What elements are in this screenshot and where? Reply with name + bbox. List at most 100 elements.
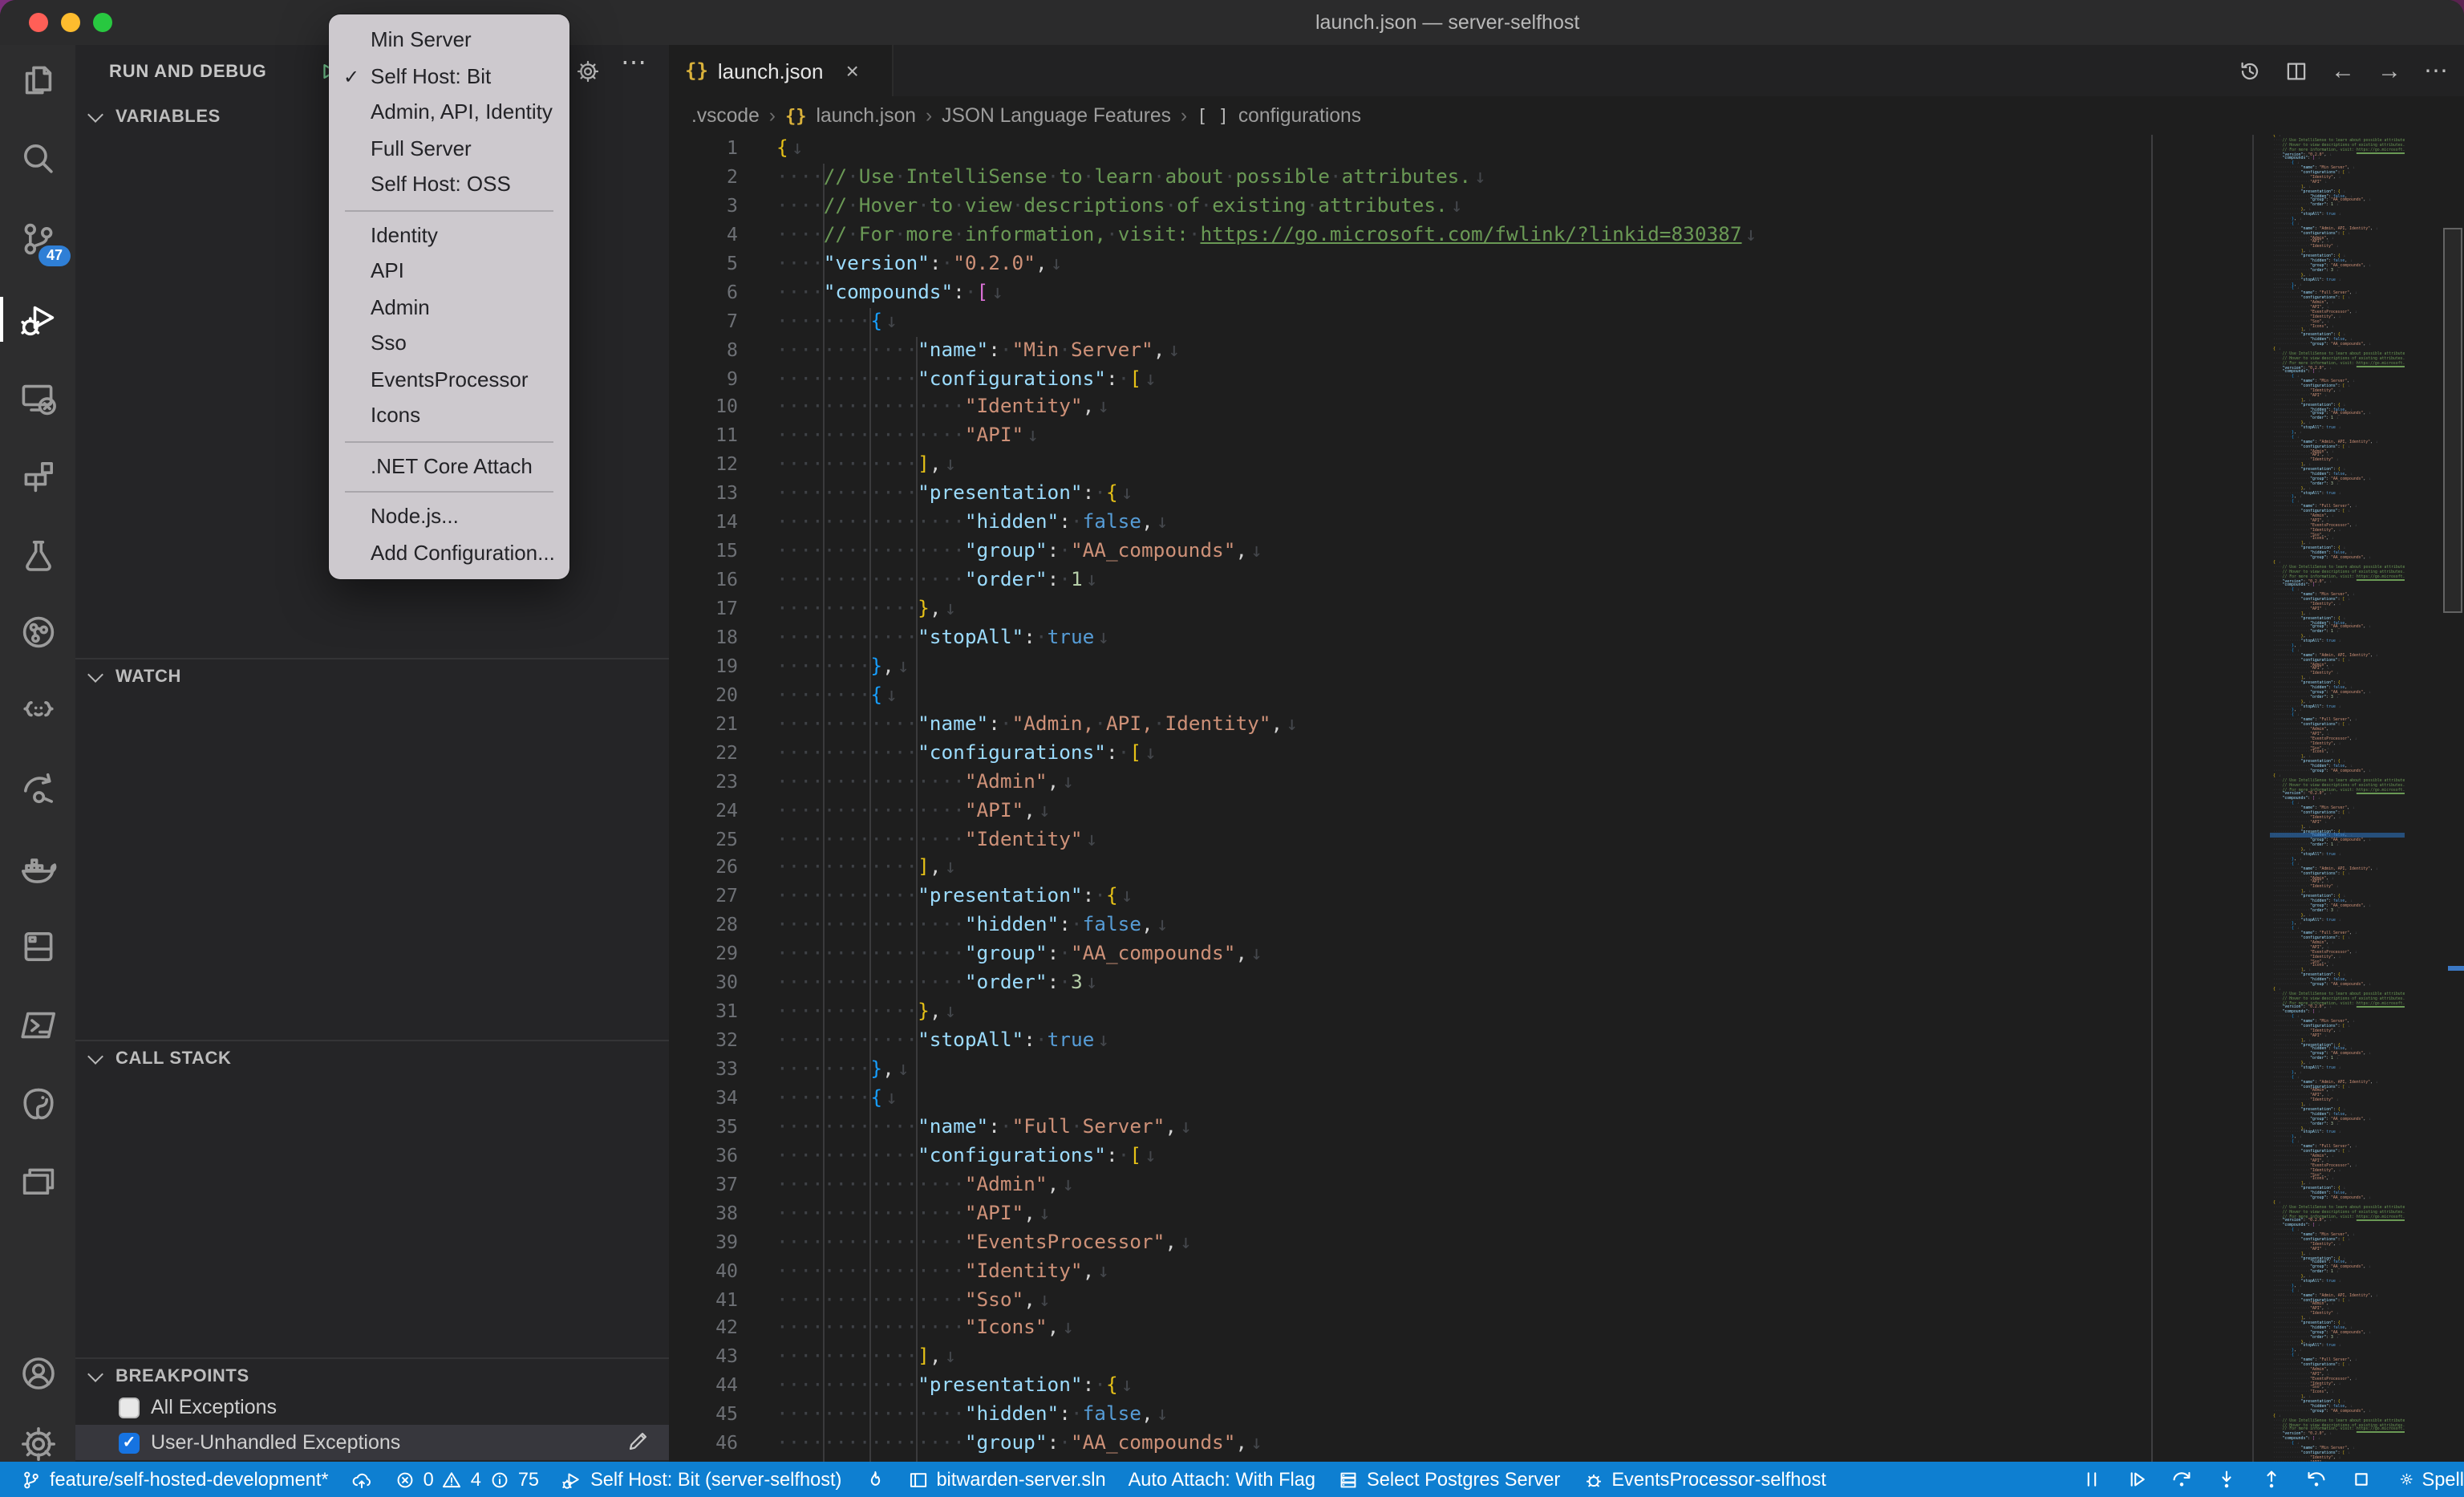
breadcrumb-item[interactable]: .vscode bbox=[691, 104, 760, 127]
activity-item-powershell[interactable] bbox=[0, 998, 75, 1053]
status-item-auto-attach[interactable]: Auto Attach: With Flag bbox=[1117, 1462, 1327, 1497]
code-line[interactable]: 20········{↓ bbox=[669, 682, 2464, 711]
code-line[interactable]: 26············],↓ bbox=[669, 854, 2464, 883]
menu-item-self-host-bit[interactable]: ✓Self Host: Bit bbox=[329, 59, 569, 95]
activity-item-search[interactable] bbox=[0, 132, 75, 186]
code-line[interactable]: 11················"API"↓ bbox=[669, 423, 2464, 452]
menu-item-icons[interactable]: Icons bbox=[329, 398, 569, 434]
code-line[interactable]: 16················"order":·1↓ bbox=[669, 566, 2464, 595]
navigate-back-icon[interactable]: ← bbox=[2331, 57, 2355, 84]
activity-item-remote-explorer[interactable] bbox=[0, 371, 75, 425]
code-line[interactable]: 24················"API",↓ bbox=[669, 797, 2464, 826]
editor-scrollbar[interactable] bbox=[2443, 228, 2462, 613]
zoom-window-button[interactable] bbox=[93, 13, 112, 32]
code-line[interactable]: 15················"group":·"AA_compounds… bbox=[669, 538, 2464, 566]
breakpoint-row[interactable]: All Exceptions bbox=[75, 1389, 669, 1425]
code-line[interactable]: 45················"hidden":·false,↓ bbox=[669, 1402, 2464, 1430]
menu-item-eventsprocessor[interactable]: EventsProcessor bbox=[329, 362, 569, 398]
minimap[interactable]: {↓····//·Use·IntelliSense·to·learn·about… bbox=[2270, 135, 2405, 1462]
status-item-problems[interactable]: 0475 bbox=[383, 1462, 551, 1497]
code-line[interactable]: 37················"Admin",↓ bbox=[669, 1171, 2464, 1200]
code-line[interactable]: 36············"configurations":·[↓ bbox=[669, 1142, 2464, 1171]
code-line[interactable]: 42················"Icons",↓ bbox=[669, 1315, 2464, 1344]
code-line[interactable]: 28················"hidden":·false,↓ bbox=[669, 912, 2464, 941]
status-item-branch[interactable]: feature/self-hosted-development* bbox=[10, 1462, 340, 1497]
code-line[interactable]: 3····//·Hover·to·view·descriptions·of·ex… bbox=[669, 193, 2464, 221]
code-line[interactable]: 18············"stopAll":·true↓ bbox=[669, 624, 2464, 653]
status-item-debug-config[interactable]: Self Host: Bit (server-selfhost) bbox=[550, 1462, 853, 1497]
menu-item-add-configuration[interactable]: Add Configuration... bbox=[329, 535, 569, 571]
code-line[interactable]: 10················"Identity",↓ bbox=[669, 394, 2464, 423]
code-line[interactable]: 22············"configurations":·[↓ bbox=[669, 739, 2464, 768]
code-line[interactable]: 14················"hidden":·false,↓ bbox=[669, 509, 2464, 538]
activity-item-share-circle[interactable] bbox=[0, 605, 75, 659]
menu-item-admin-api-identity[interactable]: Admin, API, Identity bbox=[329, 95, 569, 131]
menu-item-net-core-attach[interactable]: .NET Core Attach bbox=[329, 448, 569, 485]
code-line[interactable]: 2····//·Use·IntelliSense·to·learn·about·… bbox=[669, 164, 2464, 193]
menu-item-node-js[interactable]: Node.js... bbox=[329, 499, 569, 535]
activity-item-storage[interactable] bbox=[0, 919, 75, 974]
history-icon[interactable] bbox=[2238, 59, 2262, 83]
unchecked-checkbox[interactable] bbox=[119, 1397, 140, 1418]
close-window-button[interactable] bbox=[29, 13, 48, 32]
navigate-forward-icon[interactable]: → bbox=[2377, 57, 2401, 84]
breakpoint-row[interactable]: ✓User-Unhandled Exceptions bbox=[75, 1425, 669, 1460]
code-line[interactable]: 31············},↓ bbox=[669, 998, 2464, 1027]
views-more-actions-button[interactable]: ⋯ bbox=[621, 47, 648, 79]
debug-stepover-button[interactable] bbox=[2159, 1462, 2204, 1497]
code-line[interactable]: 5····"version":·"0.2.0",↓ bbox=[669, 250, 2464, 279]
checked-checkbox[interactable]: ✓ bbox=[119, 1432, 140, 1453]
code-line[interactable]: 6····"compounds":·[↓ bbox=[669, 278, 2464, 307]
minimize-window-button[interactable] bbox=[61, 13, 80, 32]
activity-item-docker[interactable] bbox=[0, 841, 75, 895]
code-line[interactable]: 19········},↓ bbox=[669, 653, 2464, 682]
code-line[interactable]: 7········{↓ bbox=[669, 307, 2464, 336]
code-line[interactable]: 25················"Identity"↓ bbox=[669, 826, 2464, 854]
code-line[interactable]: 13············"presentation":·{↓ bbox=[669, 481, 2464, 509]
menu-item-identity[interactable]: Identity bbox=[329, 217, 569, 254]
status-item-events-processor[interactable]: EventsProcessor-selfhost bbox=[1571, 1462, 1838, 1497]
debug-stepout-button[interactable] bbox=[2249, 1462, 2294, 1497]
activity-item-live-share[interactable] bbox=[0, 762, 75, 817]
status-item-solution[interactable]: bitwarden-server.sln bbox=[896, 1462, 1116, 1497]
code-line[interactable]: 4····//·For·more·information,·visit:·htt… bbox=[669, 221, 2464, 250]
code-line[interactable]: 27············"presentation":·{↓ bbox=[669, 883, 2464, 912]
activity-item-extensions[interactable] bbox=[0, 449, 75, 504]
code-line[interactable]: 30················"order":·3↓ bbox=[669, 969, 2464, 998]
code-line[interactable]: 1{↓ bbox=[669, 135, 2464, 164]
code-line[interactable]: 43············],↓ bbox=[669, 1344, 2464, 1373]
status-item-flame[interactable] bbox=[853, 1462, 896, 1497]
code-line[interactable]: 21············"name":·"Admin,·API,·Ident… bbox=[669, 711, 2464, 740]
breadcrumb-item[interactable]: JSON Language Features bbox=[942, 104, 1171, 127]
section-watch[interactable]: WATCH bbox=[75, 658, 669, 695]
activity-item-testing[interactable] bbox=[0, 528, 75, 582]
activity-item-explorer[interactable] bbox=[0, 53, 75, 108]
code-line[interactable]: 32············"stopAll":·true↓ bbox=[669, 1027, 2464, 1056]
menu-item-api[interactable]: API bbox=[329, 254, 569, 290]
code-line[interactable]: 39················"EventsProcessor",↓ bbox=[669, 1228, 2464, 1257]
section-call-stack[interactable]: CALL STACK bbox=[75, 1040, 669, 1077]
code-line[interactable]: 44············"presentation":·{↓ bbox=[669, 1373, 2464, 1402]
code-line[interactable]: 33········},↓ bbox=[669, 1056, 2464, 1085]
code-line[interactable]: 9············"configurations":·[↓ bbox=[669, 365, 2464, 394]
debug-settings-gear-button[interactable] bbox=[576, 59, 600, 83]
debug-stepinto-button[interactable] bbox=[2204, 1462, 2249, 1497]
code-line[interactable]: 41················"Sso",↓ bbox=[669, 1286, 2464, 1315]
activity-item-run-and-debug[interactable] bbox=[0, 292, 75, 347]
debug-stop-button[interactable] bbox=[2339, 1462, 2384, 1497]
code-line[interactable]: 23················"Admin",↓ bbox=[669, 768, 2464, 797]
menu-item-sso[interactable]: Sso bbox=[329, 326, 569, 362]
edit-condition-button[interactable] bbox=[626, 1430, 650, 1454]
code-line[interactable]: 17············},↓ bbox=[669, 595, 2464, 624]
debug-stepback-button[interactable] bbox=[2294, 1462, 2339, 1497]
debug-pause-button[interactable] bbox=[2069, 1462, 2114, 1497]
more-actions-icon[interactable]: ⋯ bbox=[2424, 56, 2448, 85]
breadcrumb-item[interactable]: configurations bbox=[1238, 104, 1361, 127]
menu-item-min-server[interactable]: Min Server bbox=[329, 22, 569, 59]
split-icon[interactable] bbox=[2284, 59, 2308, 83]
code-line[interactable]: 38················"API",↓ bbox=[669, 1199, 2464, 1228]
status-item-sync[interactable] bbox=[340, 1462, 383, 1497]
menu-item-self-host-oss[interactable]: Self Host: OSS bbox=[329, 167, 569, 203]
menu-item-admin[interactable]: Admin bbox=[329, 290, 569, 326]
code-line[interactable]: 8············"name":·"Min·Server",↓ bbox=[669, 336, 2464, 365]
